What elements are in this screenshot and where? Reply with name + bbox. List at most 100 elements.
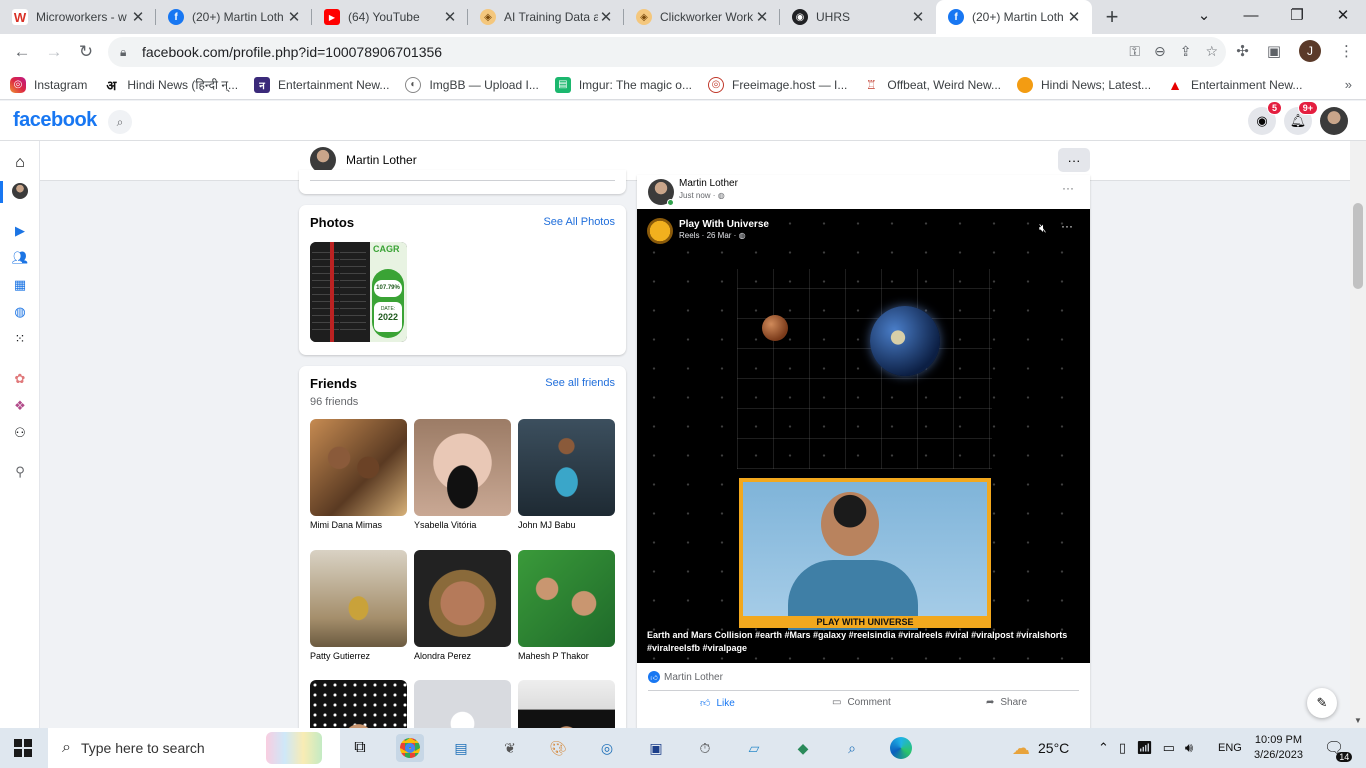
- groups-icon[interactable]: ⚇: [10, 423, 30, 443]
- bookmark-imgbb[interactable]: ◐ ImgBB — Upload I...: [405, 76, 539, 93]
- video-options-icon[interactable]: ···: [1061, 219, 1073, 233]
- friend-tile[interactable]: Mimi Dana Mimas: [310, 419, 407, 530]
- friend-tile[interactable]: John MJ Babu: [518, 419, 615, 530]
- gaming-icon[interactable]: ◍: [10, 302, 30, 322]
- menu-grid-icon[interactable]: ⁙: [10, 329, 30, 349]
- bookmark-instagram[interactable]: ◎ Instagram: [10, 76, 87, 93]
- clock[interactable]: 10:09 PM 3/26/2023: [1254, 728, 1303, 768]
- bookmark-entertainment-news[interactable]: न Entertainment New...: [254, 76, 389, 93]
- shortcut-group-icon[interactable]: ✿: [10, 369, 30, 389]
- reel-video-player[interactable]: Play With Universe Reels · 26 Mar · ◍ 🔇︎…: [637, 209, 1090, 663]
- tab-facebook-active[interactable]: f (20+) Martin Loth ✕: [936, 0, 1092, 34]
- notification-center-button[interactable]: 🗨︎ 14: [1324, 728, 1353, 768]
- tab-facebook-1[interactable]: f (20+) Martin Loth ✕: [156, 0, 312, 34]
- comment-button[interactable]: ▭ Comment: [832, 697, 891, 708]
- post-author-name[interactable]: Martin Lother: [679, 178, 738, 189]
- paint-icon[interactable]: 🎨︎: [544, 734, 572, 762]
- bookmark-hindi-news-latest[interactable]: Hindi News; Latest...: [1016, 76, 1151, 93]
- forward-button[interactable]: →: [38, 36, 70, 68]
- close-window-button[interactable]: ✕: [1320, 0, 1366, 30]
- profile-rail-avatar[interactable]: [10, 181, 30, 201]
- volume-icon[interactable]: 🔊︎: [1185, 740, 1193, 756]
- close-tab-icon[interactable]: ✕: [754, 8, 770, 26]
- mute-icon[interactable]: 🔇︎: [1039, 221, 1047, 236]
- tab-clickworker[interactable]: ◈ Clickworker Work ✕: [624, 0, 780, 34]
- watch-icon[interactable]: ▶: [10, 221, 30, 241]
- share-icon[interactable]: ⇪: [1180, 43, 1192, 60]
- messenger-button[interactable]: ◉ 5: [1248, 101, 1282, 135]
- close-tab-icon[interactable]: ✕: [598, 8, 614, 26]
- post-options-icon[interactable]: ···: [1062, 181, 1074, 195]
- friends-icon[interactable]: 👥︎: [10, 248, 30, 268]
- see-all-friends-link[interactable]: See all friends: [545, 377, 615, 389]
- close-tab-icon[interactable]: ✕: [442, 8, 458, 26]
- bookmark-star-icon[interactable]: ☆: [1205, 43, 1218, 60]
- friend-tile[interactable]: Patty Gutierrez: [310, 550, 407, 661]
- edge-browser-icon[interactable]: [887, 734, 915, 762]
- profile-avatar[interactable]: J: [1299, 40, 1321, 62]
- lock-icon[interactable]: 🔒︎: [120, 45, 134, 60]
- account-avatar[interactable]: [1320, 107, 1348, 135]
- minimize-button[interactable]: —: [1228, 0, 1274, 30]
- shared-meta[interactable]: Reels · 26 Mar · ◍: [679, 231, 746, 240]
- post-time[interactable]: Just now · ◍: [679, 191, 725, 200]
- app-icon-globe[interactable]: ◎: [593, 734, 621, 762]
- bookmark-entertainment-news-2[interactable]: ▲ Entertainment New...: [1167, 77, 1302, 93]
- wifi-icon[interactable]: 📶︎: [1136, 740, 1153, 756]
- tab-search-button[interactable]: ⌄: [1181, 0, 1227, 30]
- notifications-button[interactable]: 🔔︎ 9+: [1284, 101, 1318, 135]
- video-editor-icon[interactable]: ▣: [642, 734, 670, 762]
- friend-tile[interactable]: Ysabella Vitória: [414, 419, 511, 530]
- weather-widget[interactable]: ☁ 25°C: [1012, 728, 1069, 768]
- chrome-taskbar-icon[interactable]: [396, 734, 424, 762]
- search-app-icon[interactable]: ⌕: [838, 734, 866, 762]
- bookmark-imgur[interactable]: ▤ Imgur: The magic o...: [554, 76, 692, 93]
- scrollbar-thumb[interactable]: [1353, 203, 1363, 289]
- see-all-photos-link[interactable]: See All Photos: [543, 216, 615, 228]
- extensions-icon[interactable]: ✣: [1236, 42, 1249, 60]
- close-tab-icon[interactable]: ✕: [286, 8, 302, 26]
- marketplace-icon[interactable]: ▦: [10, 275, 30, 295]
- windows-start-icon[interactable]: [14, 739, 32, 757]
- page-avatar[interactable]: [647, 218, 673, 244]
- tab-uhrs[interactable]: ◉ UHRS ✕: [780, 0, 936, 34]
- back-button[interactable]: ←: [6, 36, 38, 68]
- close-tab-icon[interactable]: ✕: [1066, 8, 1082, 26]
- tray-chevron-icon[interactable]: ⌃: [1098, 740, 1109, 756]
- new-message-button[interactable]: ✎: [1307, 688, 1337, 718]
- address-bar[interactable]: 🔒︎ facebook.com/profile.php?id=100078906…: [108, 37, 1226, 67]
- app-icon-brush[interactable]: ❦: [496, 734, 524, 762]
- battery-icon[interactable]: ▭: [1163, 740, 1175, 756]
- photo-thumbnail[interactable]: CAGR 107.79% DATE: 2022: [310, 242, 407, 342]
- key-icon[interactable]: ⚿: [1129, 43, 1140, 60]
- tab-microworkers[interactable]: W Microworkers - w ✕: [0, 0, 156, 34]
- notepad-icon[interactable]: ▱: [740, 734, 768, 762]
- shared-author-name[interactable]: Play With Universe: [679, 219, 769, 230]
- scroll-down-arrow-icon[interactable]: ▼: [1354, 716, 1362, 725]
- page-scrollbar[interactable]: ▼: [1350, 141, 1366, 728]
- side-panel-icon[interactable]: ▣: [1267, 42, 1281, 60]
- home-icon[interactable]: ⌂: [10, 153, 30, 173]
- search-icon[interactable]: ⌕: [108, 110, 132, 134]
- bookmark-hindi-news[interactable]: अ Hindi News (हिन्दी न्...: [103, 76, 238, 93]
- tab-youtube[interactable]: ▶ (64) YouTube ✕: [312, 0, 468, 34]
- task-view-icon[interactable]: ⧉: [346, 734, 374, 762]
- file-explorer-icon[interactable]: ▤: [447, 734, 475, 762]
- language-indicator[interactable]: ENG: [1218, 728, 1242, 768]
- like-button[interactable]: 👍︎ Like: [700, 697, 735, 710]
- taskbar-search-box[interactable]: ⌕ Type here to search: [48, 728, 340, 768]
- facebook-logo[interactable]: facebook: [13, 109, 97, 132]
- share-button[interactable]: ➦ Share: [986, 697, 1027, 708]
- friend-tile[interactable]: Alondra Perez: [414, 550, 511, 661]
- friend-tile[interactable]: Mahesh P Thakor: [518, 550, 615, 661]
- zoom-icon[interactable]: ⊖: [1154, 43, 1166, 60]
- profile-more-button[interactable]: ···: [1058, 148, 1090, 172]
- new-tab-button[interactable]: +: [1092, 0, 1132, 34]
- shortcut-page-icon[interactable]: ❖: [10, 396, 30, 416]
- close-tab-icon[interactable]: ✕: [910, 8, 926, 26]
- app-icon-diamond[interactable]: ◆: [789, 734, 817, 762]
- menu-kebab-icon[interactable]: ⋮: [1339, 42, 1354, 60]
- more-bookmarks-icon[interactable]: »: [1345, 77, 1352, 92]
- close-tab-icon[interactable]: ✕: [130, 8, 146, 26]
- link-icon[interactable]: ⚲: [10, 462, 30, 482]
